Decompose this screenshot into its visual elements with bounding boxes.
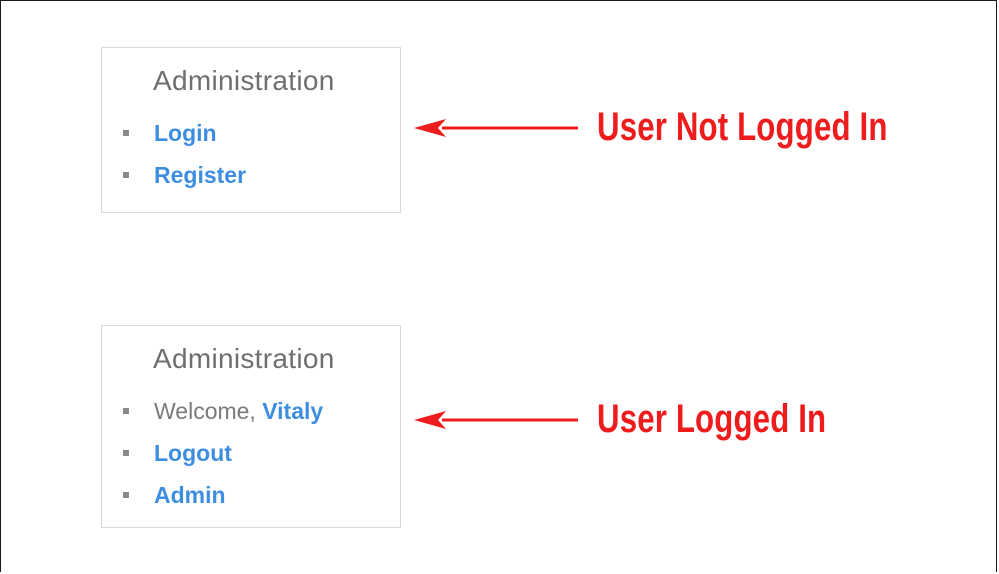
- annotation-logged-in: User Logged In: [597, 397, 827, 441]
- left-arrow-icon: [414, 119, 578, 137]
- list-item: Admin: [123, 477, 323, 519]
- admin-menu: Welcome, Vitaly Logout Admin: [123, 393, 323, 519]
- list-item: Login: [123, 115, 246, 157]
- username-link[interactable]: Vitaly: [262, 398, 323, 424]
- list-item: Logout: [123, 435, 323, 477]
- register-link[interactable]: Register: [154, 162, 246, 188]
- left-arrow-icon: [414, 411, 578, 429]
- square-bullet-icon: [123, 492, 129, 498]
- welcome-text: Welcome,: [154, 398, 263, 424]
- logout-link[interactable]: Logout: [154, 440, 232, 466]
- square-bullet-icon: [123, 408, 129, 414]
- annotation-not-logged-in: User Not Logged In: [597, 105, 888, 149]
- admin-link[interactable]: Admin: [154, 482, 226, 508]
- list-item: Welcome, Vitaly: [123, 393, 323, 435]
- admin-widget-logged-out: Administration Login Register: [101, 47, 401, 213]
- login-link[interactable]: Login: [154, 120, 217, 146]
- square-bullet-icon: [123, 130, 129, 136]
- widget-title: Administration: [153, 343, 335, 374]
- square-bullet-icon: [123, 450, 129, 456]
- admin-menu: Login Register: [123, 115, 246, 199]
- widget-title: Administration: [153, 65, 335, 96]
- square-bullet-icon: [123, 172, 129, 178]
- list-item: Register: [123, 157, 246, 199]
- admin-widget-logged-in: Administration Welcome, Vitaly Logout Ad…: [101, 325, 401, 528]
